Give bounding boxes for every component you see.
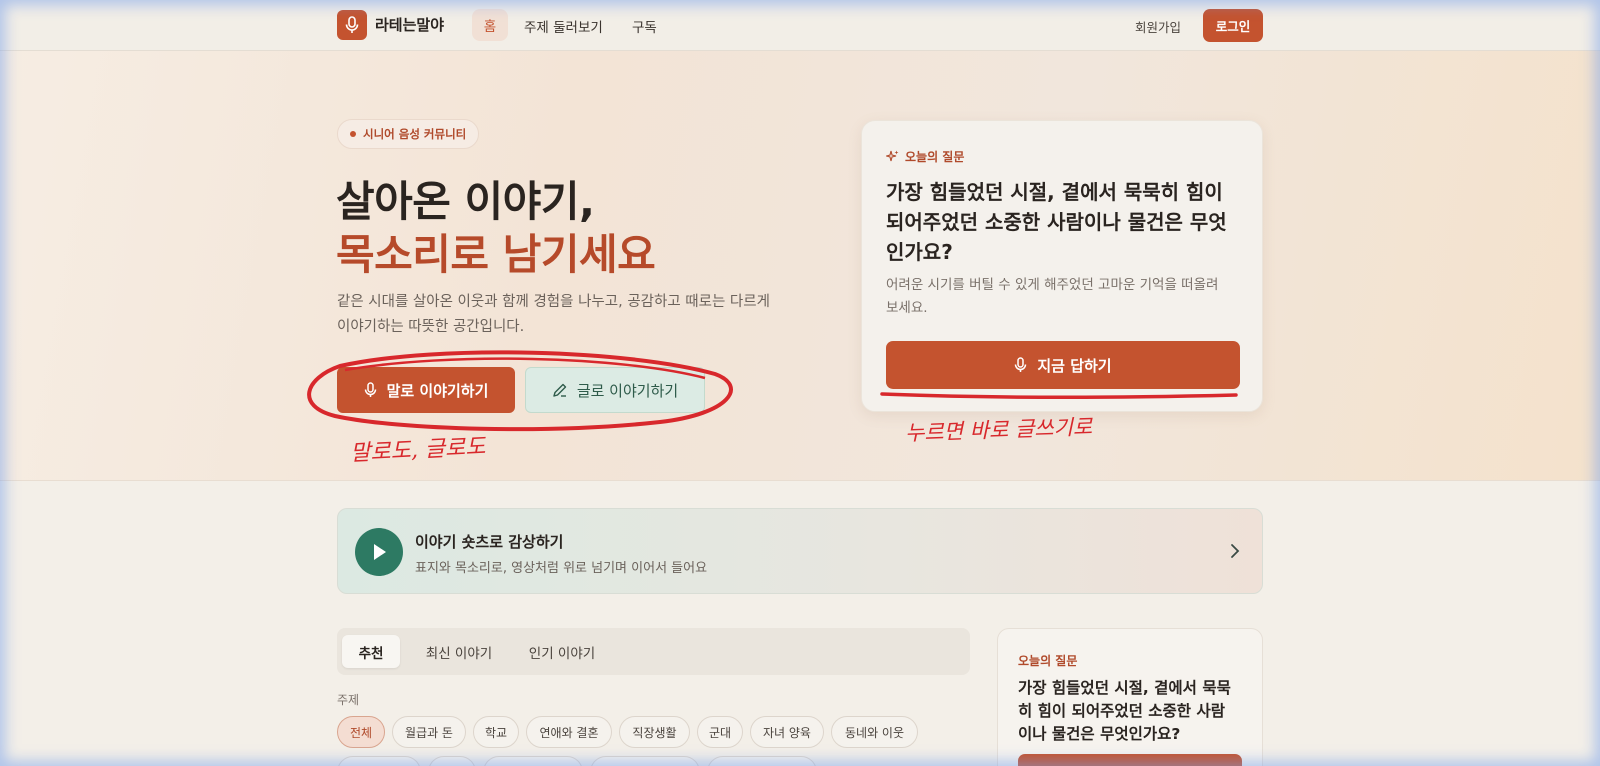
topic-chip-salary[interactable]: 월급과 돈 <box>392 716 466 748</box>
shorts-subtitle: 표지와 목소리로, 영상처럼 위로 넘기며 이어서 들어요 <box>415 561 708 576</box>
nav-subscribe[interactable]: 구독 <box>632 16 657 36</box>
tab-recommended[interactable]: 추천 <box>342 635 400 668</box>
topic-chip-parenting[interactable]: 자녀 양육 <box>750 716 824 748</box>
question-subtext: 어려운 시기를 버틸 수 있게 해주었던 고마운 기억을 떠올려 보세요. <box>886 277 1219 316</box>
tab-popular[interactable]: 인기 이야기 <box>513 635 611 668</box>
badge-label: 시니어 음성 커뮤니티 <box>363 127 467 141</box>
tab-latest[interactable]: 최신 이야기 <box>410 635 508 668</box>
community-badge: 시니어 음성 커뮤니티 <box>337 119 480 149</box>
topic-chip-work[interactable]: 직장생활 <box>619 716 690 748</box>
question-card-label: 오늘의 질문 <box>886 148 964 165</box>
topic-chip-row2[interactable] <box>428 756 476 766</box>
question-text: 가장 힘들었던 시절, 곁에서 묵묵히 힘이 되어주었던 소중한 사람이나 물건… <box>886 180 1227 264</box>
microphone-logo-icon[interactable] <box>337 10 367 40</box>
question-card-label-text: 오늘의 질문 <box>905 150 965 164</box>
hero-description: 같은 시대를 살아온 이웃과 함께 경험을 나누고, 공감하고 때로는 다르게 … <box>337 294 770 335</box>
topic-chip-neighborhood[interactable]: 동네와 이웃 <box>831 716 918 748</box>
answer-now-button[interactable]: 지금 답하기 <box>886 341 1240 389</box>
topic-chip-military[interactable]: 군대 <box>697 716 743 748</box>
microphone-icon <box>1015 357 1027 372</box>
topic-chip-school[interactable]: 학교 <box>473 716 519 748</box>
annotation-ellipse <box>307 350 733 432</box>
topic-chip-row2[interactable] <box>483 756 583 766</box>
hero-title-line1: 살아온 이야기, <box>336 177 595 226</box>
top-nav: 라테는말야 홈 주제 둘러보기 구독 회원가입 로그인 <box>0 0 1600 51</box>
topic-label: 주제 <box>337 693 360 707</box>
annotation-underline <box>880 392 1238 399</box>
logo-text[interactable]: 라테는말야 <box>375 14 444 35</box>
side-question-card: 오늘의 질문 가장 힘들었던 시절, 곁에서 묵묵히 힘이 되어주었던 소중한 … <box>997 628 1263 766</box>
nav-home[interactable]: 홈 <box>472 9 508 41</box>
topic-chip-dating[interactable]: 연애와 결혼 <box>526 716 612 748</box>
topic-chip-row2[interactable] <box>590 756 700 766</box>
topic-chip-row2[interactable] <box>707 756 817 766</box>
hero-section <box>0 51 1600 481</box>
hero-title-line2: 목소리로 남기세요 <box>336 230 656 279</box>
shorts-title: 이야기 숏츠로 감상하기 <box>415 533 564 551</box>
play-icon[interactable] <box>355 528 403 576</box>
answer-now-label: 지금 답하기 <box>1037 356 1112 375</box>
signup-link[interactable]: 회원가입 <box>1135 17 1181 36</box>
side-question-text: 가장 힘들었던 시절, 곁에서 묵묵히 힘이 되어주었던 소중한 사람이나 물건… <box>1018 679 1231 743</box>
todays-question-card: 오늘의 질문 가장 힘들었던 시절, 곁에서 묵묵히 힘이 되어주었던 소중한 … <box>861 120 1263 412</box>
topic-chip-all[interactable]: 전체 <box>337 716 385 748</box>
chevron-right-icon[interactable] <box>1229 541 1241 561</box>
nav-browse[interactable]: 주제 둘러보기 <box>524 16 603 36</box>
sparkle-icon <box>886 150 899 162</box>
badge-dot-icon <box>350 131 356 137</box>
topic-chip-row2[interactable] <box>337 756 421 766</box>
shorts-banner[interactable]: 이야기 숏츠로 감상하기 표지와 목소리로, 영상처럼 위로 넘기며 이어서 들… <box>337 508 1263 594</box>
side-answer-button[interactable] <box>1018 754 1242 766</box>
login-button[interactable]: 로그인 <box>1203 9 1263 42</box>
side-question-label: 오늘의 질문 <box>1018 654 1078 668</box>
story-tabs: 추천 최신 이야기 인기 이야기 <box>337 628 970 675</box>
